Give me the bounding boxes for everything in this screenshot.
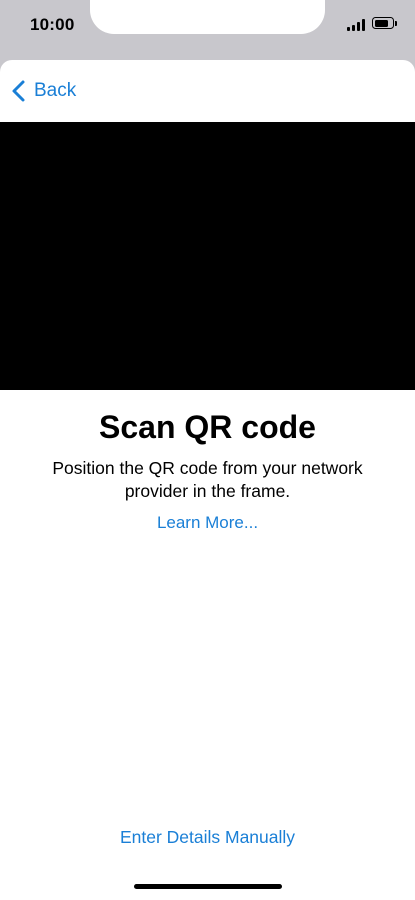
instructions-text: Position the QR code from your network p…: [52, 458, 363, 501]
home-indicator[interactable]: [134, 884, 282, 889]
scan-qr-sheet: Back Scan QR code Position the QR code f…: [0, 60, 415, 900]
qr-camera-viewfinder: [0, 122, 415, 390]
status-time: 10:00: [30, 15, 75, 34]
page-title: Scan QR code: [99, 409, 316, 445]
chevron-left-icon: [12, 80, 25, 102]
cellular-signal-icon: [347, 18, 367, 31]
learn-more-link[interactable]: Learn More...: [0, 513, 415, 533]
device-notch: [90, 0, 325, 34]
status-bar: 10:00: [0, 0, 415, 60]
back-button-label: Back: [34, 80, 77, 101]
battery-level: [374, 19, 389, 27]
battery-cap: [395, 21, 397, 26]
enter-details-manually-button[interactable]: Enter Details Manually: [0, 827, 415, 848]
battery-icon: [372, 17, 394, 29]
back-button[interactable]: Back: [10, 78, 76, 104]
